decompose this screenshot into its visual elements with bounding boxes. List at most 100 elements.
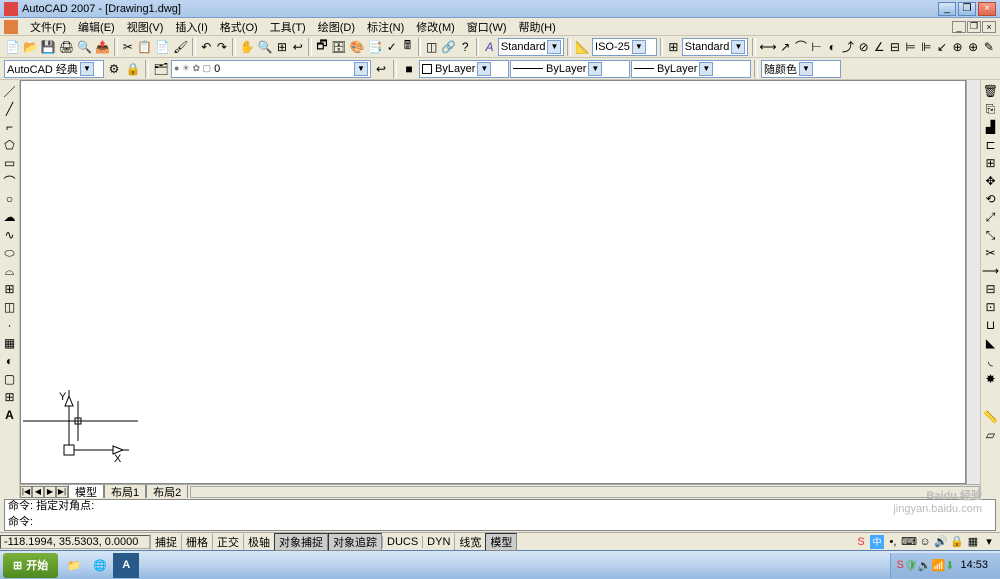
textstyle-icon[interactable]: A [482, 38, 497, 56]
sys-volume-icon[interactable]: 🔊 [918, 559, 932, 572]
dropdown-icon[interactable]: ▼ [799, 62, 813, 76]
break-icon[interactable]: ⊟ [982, 280, 1000, 298]
arc-dim-icon[interactable]: ⌒ [794, 38, 809, 56]
tray-manage-icon[interactable]: ▾ [982, 535, 996, 549]
dropdown-icon[interactable]: ▼ [699, 62, 713, 76]
doc-restore[interactable]: ❐ [967, 21, 981, 33]
menu-view[interactable]: 视图(V) [121, 19, 170, 35]
preview-icon[interactable]: 🔍 [76, 38, 93, 56]
insert-icon[interactable]: ⊞ [1, 280, 19, 298]
start-button[interactable]: ⊞开始 [3, 553, 58, 578]
pan-icon[interactable]: ✋ [239, 38, 256, 56]
tray-lock-icon[interactable]: 🔒 [950, 535, 964, 549]
block-icon[interactable]: ◫ [424, 38, 439, 56]
ql-explorer-icon[interactable]: 📁 [61, 553, 87, 578]
linear-dim-icon[interactable]: ⟷ [759, 38, 777, 56]
sys-network-icon[interactable]: 📶 [932, 559, 946, 572]
tab-layout1[interactable]: 布局1 [104, 485, 146, 498]
copy-icon[interactable]: 📋 [136, 38, 153, 56]
layer-manager-icon[interactable]: 🗂 [152, 60, 170, 78]
layer-prev-icon[interactable]: ↩ [372, 60, 390, 78]
offset-icon[interactable]: ⊏ [982, 136, 1000, 154]
menu-help[interactable]: 帮助(H) [513, 19, 562, 35]
color-combo[interactable]: ByLayer▼ [419, 60, 509, 78]
doc-close[interactable]: × [982, 21, 996, 33]
makeblock-icon[interactable]: ◫ [1, 298, 19, 316]
tablestyle-icon[interactable]: ⊞ [666, 38, 681, 56]
chamfer-icon[interactable]: ◣ [982, 334, 1000, 352]
radius-dim-icon[interactable]: ◐ [825, 38, 840, 56]
status-model[interactable]: 模型 [485, 533, 517, 551]
textstyle-combo[interactable]: Standard▼ [498, 38, 565, 56]
new-icon[interactable]: 📄 [4, 38, 21, 56]
scale-icon[interactable]: ⤢ [982, 208, 1000, 226]
tray-kbd-icon[interactable]: ⌨ [902, 535, 916, 549]
publish-icon[interactable]: 📤 [94, 38, 111, 56]
menu-dimension[interactable]: 标注(N) [361, 19, 410, 35]
undo-icon[interactable]: ↶ [199, 38, 214, 56]
status-snap[interactable]: 捕捉 [150, 534, 181, 550]
erase-icon[interactable]: 🗑 [982, 82, 1000, 100]
status-osnap[interactable]: 对象捕捉 [274, 533, 328, 551]
center-icon[interactable]: ⊕ [966, 38, 981, 56]
dimstyle-combo[interactable]: ISO-25▼ [592, 38, 657, 56]
xline-icon[interactable]: ╱ [1, 100, 19, 118]
command-input[interactable] [33, 513, 992, 529]
rectangle-icon[interactable]: ▭ [1, 154, 19, 172]
distance-icon[interactable]: 📏 [982, 408, 1000, 426]
color-icon[interactable]: ■ [400, 60, 418, 78]
arc-icon[interactable]: ⌒ [1, 172, 19, 190]
minimize-button[interactable]: _ [938, 2, 956, 16]
tray-grid-icon[interactable]: ▦ [966, 535, 980, 549]
ql-autocad-icon[interactable]: A [113, 553, 139, 578]
tablestyle-combo[interactable]: Standard▼ [682, 38, 749, 56]
leader-icon[interactable]: ↙ [935, 38, 950, 56]
dropdown-icon[interactable]: ▼ [547, 40, 561, 54]
table-icon[interactable]: ⊞ [1, 388, 19, 406]
copy-icon[interactable]: ⎘ [982, 100, 1000, 118]
status-lwt[interactable]: 线宽 [454, 534, 485, 550]
fillet-icon[interactable]: ◟ [982, 352, 1000, 370]
mirror-icon[interactable]: ▟ [982, 118, 1000, 136]
status-dyn[interactable]: DYN [422, 536, 454, 548]
redo-icon[interactable]: ↷ [215, 38, 230, 56]
open-icon[interactable]: 📂 [22, 38, 39, 56]
menu-insert[interactable]: 插入(I) [169, 19, 213, 35]
status-ducs[interactable]: DUCS [382, 536, 422, 548]
horizontal-scrollbar[interactable] [190, 486, 980, 498]
baseline-dim-icon[interactable]: ⊨ [903, 38, 918, 56]
continue-dim-icon[interactable]: ⊫ [919, 38, 934, 56]
tray-ime-icon[interactable]: 中 [870, 535, 884, 549]
menu-edit[interactable]: 编辑(E) [72, 19, 121, 35]
clock[interactable]: 14:53 [954, 559, 994, 571]
close-button[interactable]: × [978, 2, 996, 16]
toolpalette-icon[interactable]: 🎨 [349, 38, 366, 56]
stretch-icon[interactable]: ⤡ [982, 226, 1000, 244]
ellipse-icon[interactable]: ⬭ [1, 244, 19, 262]
status-ortho[interactable]: 正交 [212, 534, 243, 550]
print-icon[interactable]: 🖨 [58, 38, 75, 56]
zoomwin-icon[interactable]: ⊞ [275, 38, 290, 56]
tab-model[interactable]: 模型 [68, 485, 104, 498]
tab-next[interactable]: ▶ [44, 486, 56, 498]
quick-dim-icon[interactable]: ⊟ [888, 38, 903, 56]
dropdown-icon[interactable]: ▼ [588, 62, 602, 76]
hatch-icon[interactable]: ▦ [1, 334, 19, 352]
sys-security-icon[interactable]: 🛡 [904, 559, 918, 572]
point-icon[interactable]: · [1, 316, 19, 334]
tab-prev[interactable]: ◀ [32, 486, 44, 498]
tray-mic-icon[interactable]: 🔊 [934, 535, 948, 549]
linetype-combo[interactable]: ByLayer▼ [510, 60, 630, 78]
dropdown-icon[interactable]: ▼ [731, 40, 745, 54]
menu-tools[interactable]: 工具(T) [264, 19, 312, 35]
workspace-combo[interactable]: AutoCAD 经典▼ [4, 60, 104, 78]
cut-icon[interactable]: ✂ [121, 38, 136, 56]
move-icon[interactable]: ✥ [982, 172, 1000, 190]
mtext-icon[interactable]: A [1, 406, 19, 424]
zoomprev-icon[interactable]: ↩ [290, 38, 305, 56]
ordinate-dim-icon[interactable]: ⊢ [809, 38, 824, 56]
workspace-settings-icon[interactable]: ⚙ [105, 60, 123, 78]
menu-draw[interactable]: 绘图(D) [312, 19, 361, 35]
extend-icon[interactable]: ⟶ [982, 262, 1000, 280]
ellipsearc-icon[interactable]: ⌓ [1, 262, 19, 280]
